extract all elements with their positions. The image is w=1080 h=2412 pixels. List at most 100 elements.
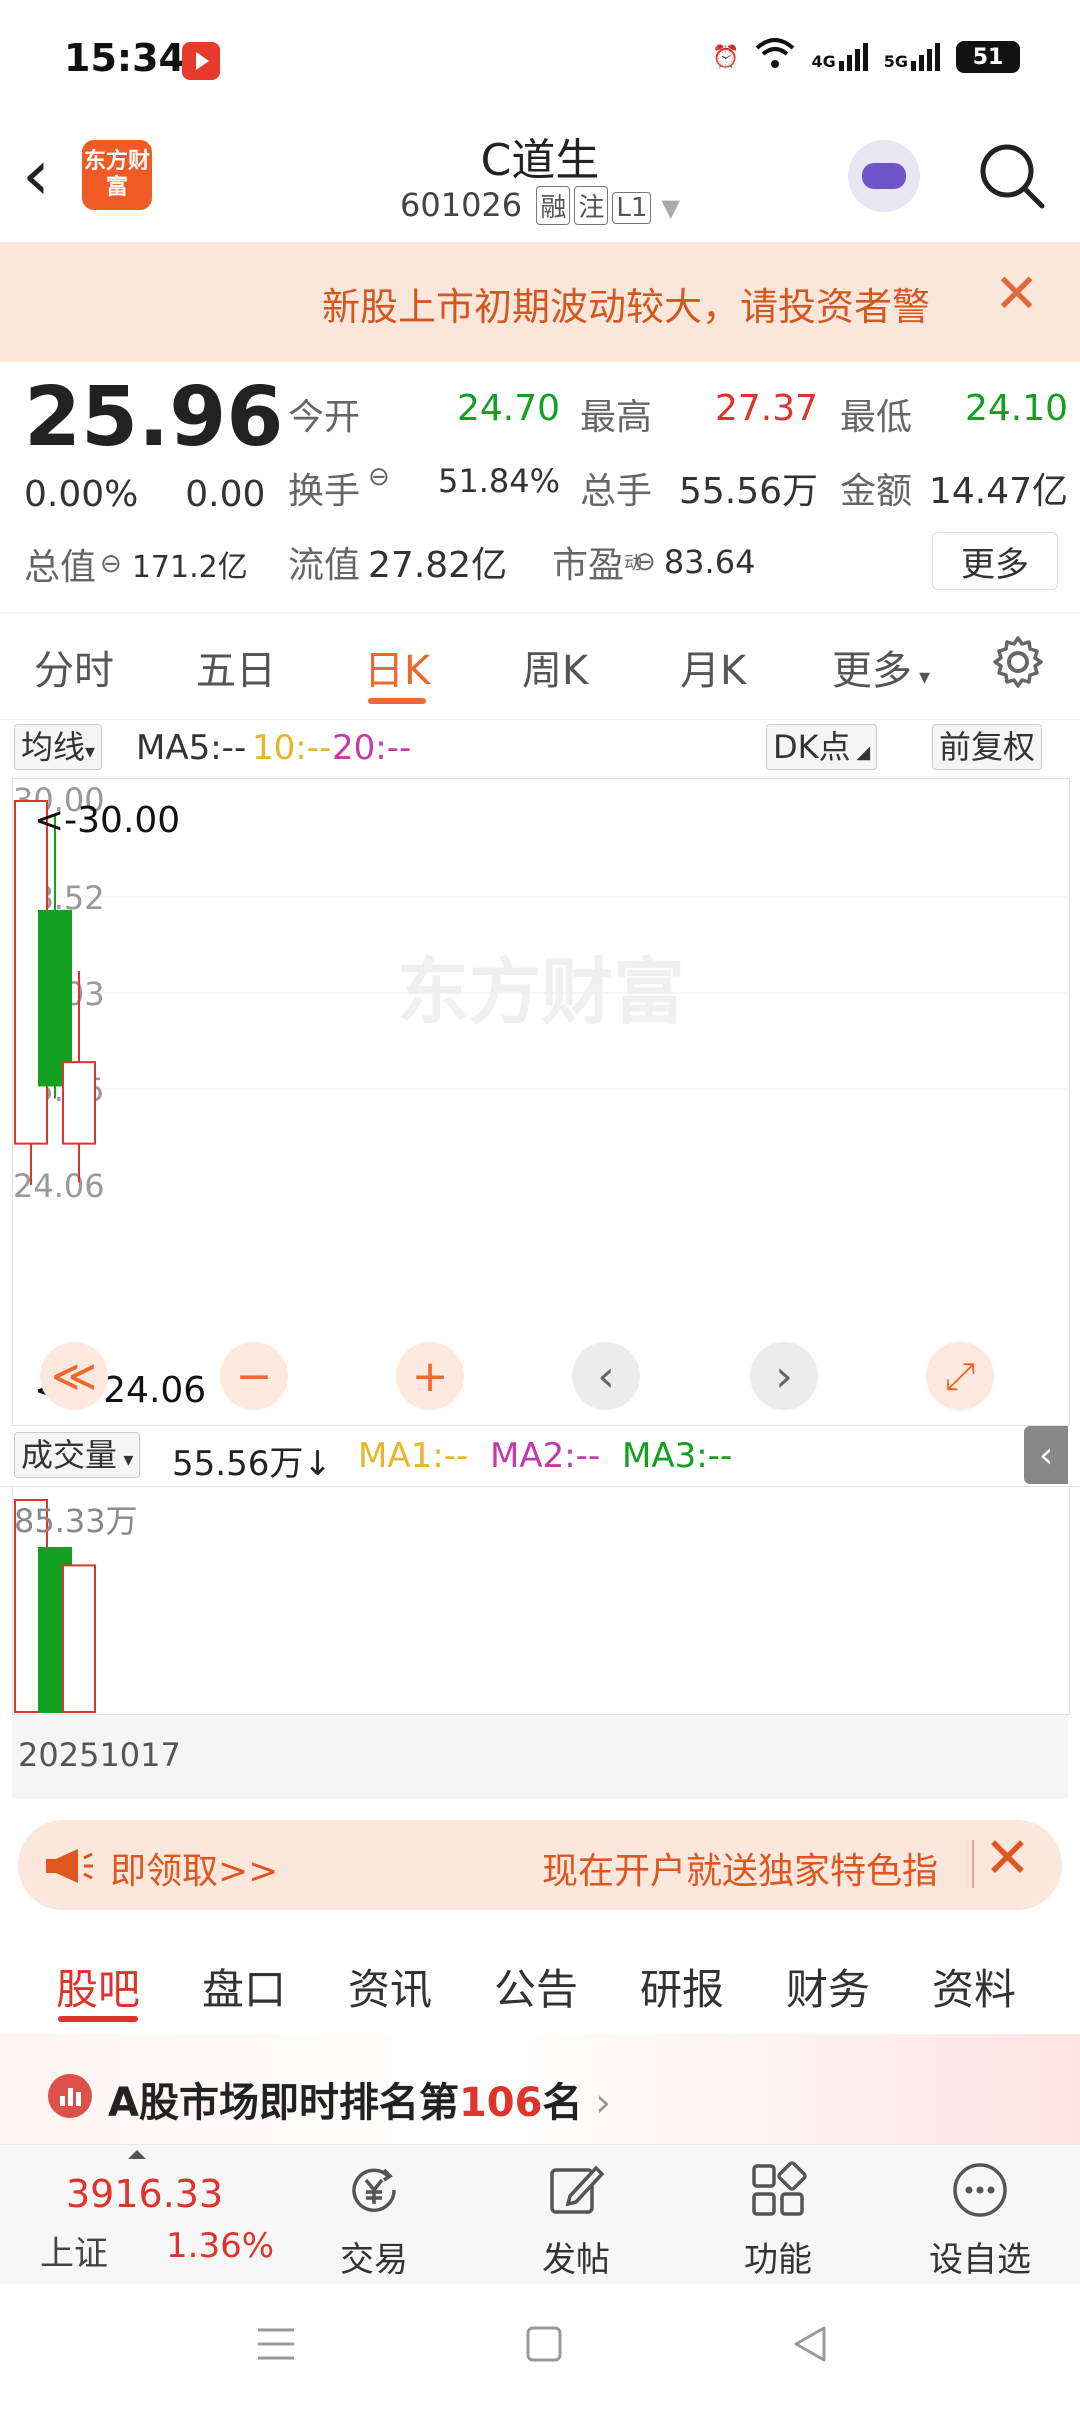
- tab-daily-k[interactable]: 日K: [364, 638, 430, 696]
- candle-body: [62, 1061, 96, 1145]
- tab-financials[interactable]: 财务: [786, 1956, 870, 2017]
- grid-icon[interactable]: [748, 2160, 808, 2220]
- stock-code-row[interactable]: 601026 融注 L1 ▼: [0, 186, 1080, 225]
- prev-button[interactable]: ‹: [572, 1342, 640, 1410]
- tab-announcements[interactable]: 公告: [494, 1956, 578, 2017]
- nav-functions[interactable]: 功能: [708, 2232, 848, 2281]
- nav-add-watch[interactable]: 设自选: [910, 2232, 1050, 2281]
- ranking-text: A股市场即时排名第106名 ›: [108, 2070, 611, 2128]
- index-name: 上证: [40, 2234, 108, 2274]
- y-tick-label: 24.06: [13, 1167, 105, 1205]
- market-cap-row: 总值 ⊖ 171.2亿: [24, 538, 248, 590]
- edit-icon[interactable]: [546, 2160, 606, 2220]
- float-row: 流值 27.82亿: [288, 536, 507, 588]
- float-value: 27.82亿: [368, 545, 508, 586]
- market-cap-value: 171.2亿: [131, 550, 248, 585]
- stock-code: 601026: [399, 186, 523, 224]
- change-amount: 0.00: [185, 474, 266, 515]
- tab-monthly-k[interactable]: 月K: [680, 638, 746, 696]
- corner-icon: ◢: [850, 742, 871, 763]
- ma20-label: 20:--: [332, 728, 412, 768]
- dk-point-label: DK点: [773, 728, 851, 766]
- up-arrow-icon: [128, 2150, 146, 2159]
- gear-icon[interactable]: [990, 634, 1046, 690]
- caret-down-icon: ▾: [117, 1447, 134, 1471]
- battery-icon: 51: [956, 41, 1020, 73]
- nav-trade[interactable]: 交易: [304, 2232, 444, 2281]
- next-button[interactable]: ›: [750, 1342, 818, 1410]
- low-value: 24.10: [964, 388, 1068, 429]
- assistant-robot-icon[interactable]: [848, 140, 920, 212]
- bar-chart-icon: [48, 2074, 92, 2118]
- amount-value: 14.47亿: [928, 471, 1068, 512]
- volume-chart[interactable]: [12, 1486, 1070, 1715]
- side-panel-toggle[interactable]: ‹: [1024, 1426, 1068, 1484]
- alarm-icon: ⏰: [712, 44, 740, 70]
- wifi-icon: [755, 38, 795, 76]
- info-icon[interactable]: ⊖: [100, 549, 122, 579]
- volume-indicator-label: 成交量: [21, 1436, 118, 1474]
- tab-five-day[interactable]: 五日: [196, 638, 276, 696]
- tag-level: L1: [612, 192, 652, 224]
- more-quote-button[interactable]: 更多: [932, 532, 1058, 590]
- volume-current: 55.56万↓: [172, 1444, 332, 1484]
- ma-select-label: 均线: [21, 728, 86, 766]
- tab-profile[interactable]: 资料: [932, 1956, 1016, 2017]
- tab-intraday[interactable]: 分时: [34, 638, 114, 696]
- open-value: 24.70: [456, 388, 560, 429]
- index-value[interactable]: 3916.33: [66, 2172, 223, 2216]
- back-triangle-icon[interactable]: [790, 2324, 830, 2368]
- tab-order-book[interactable]: 盘口: [202, 1956, 286, 2017]
- promo-claim-link[interactable]: 即领取>>: [110, 1842, 278, 1894]
- quote-row-1: 今开 24.70 最高 27.37 最低 24.10: [288, 388, 1068, 440]
- open-label: 今开: [288, 397, 361, 438]
- float-label: 流值: [288, 545, 361, 586]
- trade-icon[interactable]: [344, 2160, 404, 2220]
- nav-post[interactable]: 发帖: [506, 2232, 646, 2281]
- chevron-right-icon: ›: [582, 2080, 612, 2126]
- kline-chart[interactable]: 东方财富30.0028.5227.0325.5524.06: [12, 778, 1070, 1426]
- ranking-prefix: A股市场即时排名第: [108, 2080, 459, 2126]
- volume-label: 总手: [580, 471, 653, 512]
- ranking-suffix: 名: [542, 2080, 583, 2126]
- adjust-button[interactable]: 前复权: [932, 724, 1043, 770]
- quote-row-2: 换手 ⊖ 51.84% 总手 55.56万 金额 14.47亿: [288, 462, 1068, 514]
- index-change: 1.36%: [166, 2226, 275, 2266]
- close-icon[interactable]: ✕: [984, 1826, 1031, 1891]
- pe-value: 83.64: [663, 543, 756, 581]
- volume-ma3: MA3:--: [622, 1436, 733, 1476]
- status-icons: ⏰ 4G 5G 51: [712, 38, 1020, 76]
- active-section-indicator: [58, 2016, 138, 2022]
- promo-text: 现在开户就送独家特色指: [542, 1851, 939, 1892]
- volume-indicator-select[interactable]: 成交量 ▾: [14, 1432, 141, 1478]
- search-icon[interactable]: [976, 140, 1046, 210]
- expand-icon[interactable]: ⤢: [926, 1342, 994, 1410]
- turnover-value: 51.84%: [437, 462, 560, 500]
- tab-guba[interactable]: 股吧: [56, 1956, 140, 2017]
- tag-registration: 注: [574, 186, 609, 225]
- change-percent: 0.00%: [24, 474, 139, 515]
- menu-icon[interactable]: [256, 2326, 296, 2366]
- ranking-number: 106: [458, 2080, 543, 2126]
- zoom-out-button[interactable]: −: [220, 1342, 288, 1410]
- market-cap-label: 总值: [24, 547, 97, 588]
- amount-label: 金额: [840, 471, 913, 512]
- ma10-label: 10:--: [252, 728, 332, 768]
- high-value: 27.37: [714, 388, 818, 429]
- home-icon[interactable]: [526, 2326, 562, 2366]
- info-icon[interactable]: ⊖: [368, 462, 398, 514]
- tab-news[interactable]: 资讯: [348, 1956, 432, 2017]
- divider: [972, 1840, 974, 1888]
- dk-point-button[interactable]: DK点 ◢: [766, 724, 878, 770]
- fast-back-button[interactable]: ≪: [40, 1342, 108, 1410]
- ma-select[interactable]: 均线▾: [14, 724, 103, 770]
- tab-weekly-k[interactable]: 周K: [522, 638, 588, 696]
- close-icon[interactable]: ✕: [994, 262, 1039, 325]
- info-icon[interactable]: ⊖: [634, 547, 656, 577]
- more-dots-icon[interactable]: [950, 2160, 1010, 2220]
- megaphone-icon: [44, 1846, 94, 1886]
- tab-more[interactable]: 更多 ▾: [832, 638, 930, 696]
- zoom-in-button[interactable]: +: [396, 1342, 464, 1410]
- chevron-down-icon: ▼: [661, 194, 681, 222]
- tab-research[interactable]: 研报: [640, 1956, 724, 2017]
